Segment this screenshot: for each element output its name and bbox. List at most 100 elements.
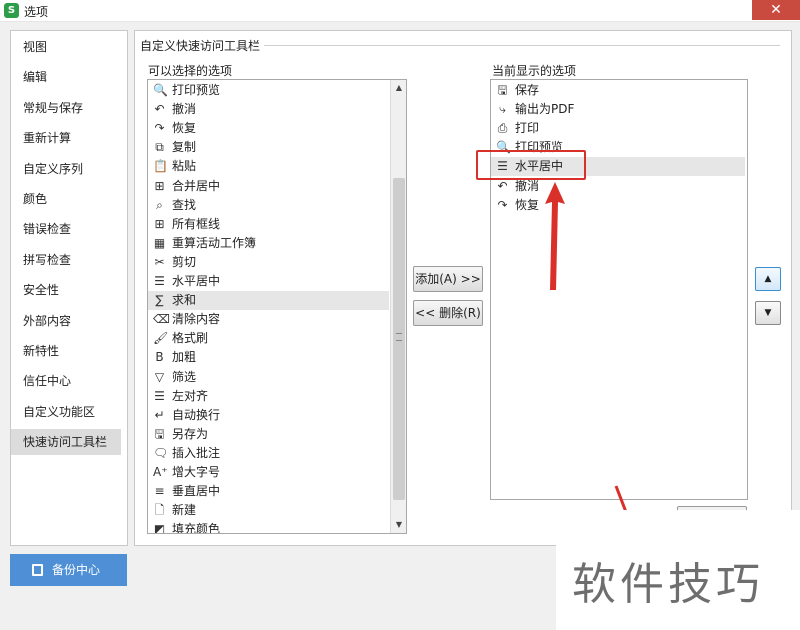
scroll-thumb[interactable] [393,178,405,500]
list-item-label: 格式刷 [172,331,209,346]
move-up-button[interactable]: ▲ [755,267,781,291]
list-item-label: 新建 [172,503,197,518]
list-item[interactable]: ∑ 求和 [148,291,389,311]
list-item[interactable]: B 加粗 [148,348,389,367]
wrap-icon: ↵ [154,407,165,422]
app-logo-icon: S [4,3,19,18]
new-icon: 🗋 [154,503,165,518]
list-item[interactable]: ⊞ 合并居中 [148,177,389,196]
list-item[interactable]: 🗨 插入批注 [148,444,389,463]
highlight-annotation-box [476,150,586,180]
list-item[interactable]: ☰ 水平居中 [148,272,389,291]
list-item[interactable]: ⊞ 所有框线 [148,215,389,234]
sidebar-item[interactable]: 快速访问工具栏 [11,429,121,456]
current-options-list[interactable]: 🖫 保存 ⤷ 输出为PDF ⎙ 打印 🔍 打印预览 ☰ 水平居中 ↶ 撤消 ↷ 恢复 [490,79,748,500]
sidebar-item[interactable]: 常规与保存 [11,95,127,121]
sidebar-item[interactable]: 视图 [11,34,127,60]
close-button[interactable]: ✕ [752,0,800,20]
list-item-label: 保存 [515,83,540,97]
sidebar-item[interactable]: 颜色 [11,186,127,212]
list-item[interactable]: ↵ 自动换行 [148,406,389,425]
list-item[interactable]: ▽ 筛选 [148,368,389,387]
title-bar: S 选项 ✕ [0,0,800,22]
sidebar-item[interactable]: 编辑 [11,64,127,90]
list-item-label: 重算活动工作簿 [172,235,257,250]
paste-icon: 📋 [153,159,168,174]
sum-icon: ∑ [155,293,164,308]
format-painter-icon: 🖌 [153,331,169,346]
available-options-list[interactable]: ▲ ▼ 🔍 打印预览 ↶ 撤消 ↷ 恢复 ⧉ 复制 📋 粘贴 ⊞ 合并居中 ⌕ 查找 ⊞ 所有框线 ▦ 重算活动工… [147,79,407,534]
backup-icon [32,564,43,576]
available-list-scrollbar[interactable]: ▲ ▼ [390,80,406,533]
align-center-icon: ☰ [154,274,165,288]
save-as-icon: 🖫 [154,426,165,441]
sidebar-item[interactable]: 新特性 [11,338,127,364]
sidebar-item[interactable]: 重新计算 [11,125,127,151]
list-item[interactable]: ≡ 垂直居中 [148,482,389,501]
sidebar-item[interactable]: 自定义功能区 [11,399,127,425]
list-item[interactable]: ↷ 恢复 [148,119,389,138]
list-item-label: 打印 [515,121,540,136]
list-item-label: 水平居中 [172,274,221,288]
list-item-label: 查找 [172,197,197,212]
list-item-label: 左对齐 [172,388,209,403]
list-item[interactable]: 🗋 新建 [148,501,389,520]
list-item[interactable]: ↷ 恢复 [491,196,745,215]
current-options-label: 当前显示的选项 [492,64,577,78]
group-title: 自定义快速访问工具栏 [140,37,265,54]
align-left-icon: ☰ [154,388,165,403]
print-icon: ⎙ [497,121,508,136]
list-item[interactable]: ⌫ 清除内容 [148,310,389,329]
scroll-up-arrow-icon[interactable]: ▲ [391,80,406,96]
vertical-center-icon: ≡ [154,484,165,499]
list-item[interactable]: ⤷ 输出为PDF [491,100,745,119]
list-item[interactable]: ⌕ 查找 [148,196,389,215]
bold-icon: B [155,350,164,365]
sidebar-item[interactable]: 自定义序列 [11,156,127,182]
list-item-label: 求和 [172,293,197,308]
list-item-label: 清除内容 [172,312,221,327]
list-item[interactable]: ▦ 重算活动工作簿 [148,234,389,253]
export-pdf-icon: ⤷ [499,102,506,117]
redo-icon: ↷ [497,197,508,212]
list-item[interactable]: A⁺ 增大字号 [148,463,389,482]
sidebar-item[interactable]: 安全性 [11,277,127,303]
list-item[interactable]: 🖫 保存 [491,81,745,100]
find-icon: ⌕ [156,197,163,212]
add-button[interactable]: 添加(A) >> [413,266,483,292]
list-item[interactable]: ↶ 撤消 [148,100,389,119]
list-item[interactable]: 🔍 打印预览 [148,81,389,100]
sidebar-item[interactable]: 错误检查 [11,216,127,242]
move-down-button[interactable]: ▼ [755,301,781,325]
list-item-label: 合并居中 [172,178,221,193]
list-item[interactable]: 📋 粘贴 [148,157,389,176]
list-item-label: 恢复 [515,197,540,212]
recalc-icon: ▦ [153,235,166,250]
list-item[interactable]: ⧉ 复制 [148,138,389,157]
merge-center-icon: ⊞ [154,178,165,193]
remove-button[interactable]: << 删除(R) [413,300,483,326]
sidebar-item[interactable]: 外部内容 [11,308,127,334]
list-item[interactable]: ☰ 左对齐 [148,387,389,406]
backup-center-button[interactable]: 备份中心 [10,554,127,586]
list-item[interactable]: 🖌 格式刷 [148,329,389,348]
list-item[interactable]: ✂ 剪切 [148,253,389,272]
scroll-down-arrow-icon[interactable]: ▼ [391,517,406,533]
list-item-label: 打印预览 [172,83,221,97]
options-sidebar: 视图编辑常规与保存重新计算自定义序列颜色错误检查拼写检查安全性外部内容新特性信任… [10,30,128,546]
clear-icon: ⌫ [153,312,170,327]
list-item-label: 剪切 [172,254,197,269]
list-item-label: 撤消 [172,102,197,117]
list-item[interactable]: 🖫 另存为 [148,425,389,444]
window-title: 选项 [24,5,49,19]
copy-icon: ⧉ [155,140,164,155]
font-increase-icon: A⁺ [153,465,168,479]
redo-icon: ↷ [154,121,165,136]
sidebar-item[interactable]: 拼写检查 [11,247,127,273]
list-item[interactable]: ◩ 填充颜色 [148,520,389,533]
sidebar-item[interactable]: 信任中心 [11,368,127,394]
list-item-label: 恢复 [172,121,197,136]
list-item[interactable]: ⎙ 打印 [491,119,745,138]
list-item-label: 插入批注 [172,445,221,460]
list-item-label: 粘贴 [172,159,197,174]
